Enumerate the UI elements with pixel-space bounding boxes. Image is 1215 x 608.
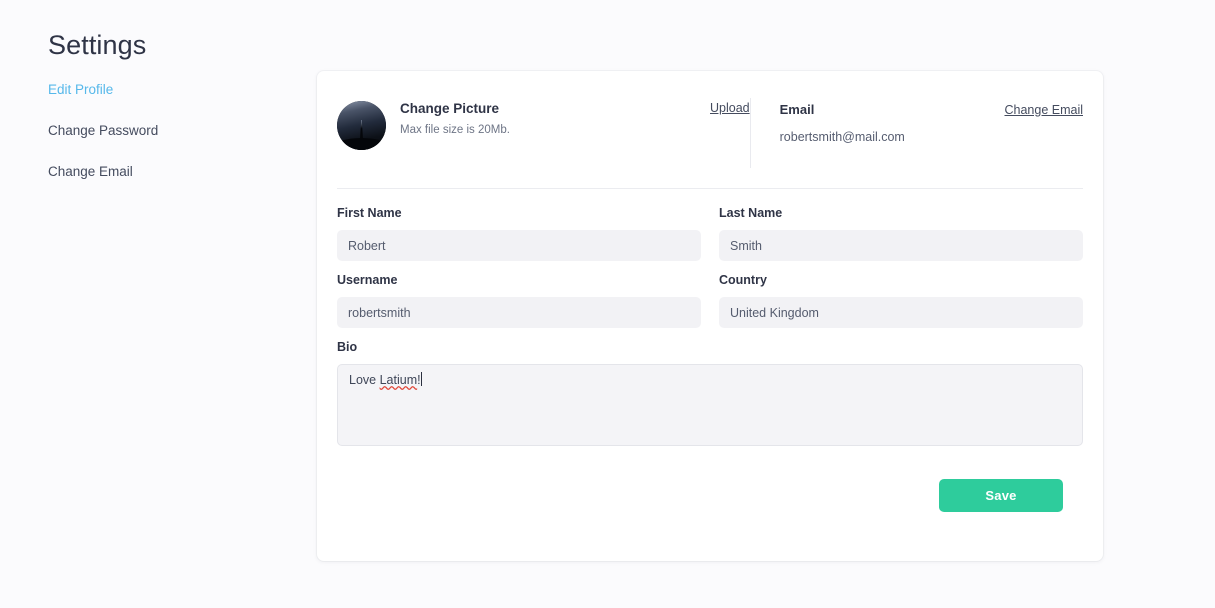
change-picture-block: Change Picture Max file size is 20Mb. [337, 98, 710, 171]
form-row-username-country: Username Country [337, 272, 1083, 339]
username-label: Username [337, 273, 398, 287]
country-label: Country [719, 273, 767, 287]
first-name-input[interactable] [337, 230, 701, 261]
change-email-link[interactable]: Change Email [1004, 101, 1083, 117]
last-name-label: Last Name [719, 206, 783, 220]
max-file-size-hint: Max file size is 20Mb. [400, 124, 510, 136]
field-country: Country [719, 272, 1083, 328]
change-picture-texts: Change Picture Max file size is 20Mb. [400, 98, 510, 138]
bio-text-misspelled: Latium [379, 373, 418, 387]
last-name-input[interactable] [719, 230, 1083, 261]
page-title: Settings [48, 30, 147, 61]
field-first-name: First Name [337, 205, 701, 261]
username-input[interactable] [337, 297, 701, 328]
bio-label: Bio [337, 340, 358, 354]
avatar-ground [337, 138, 386, 150]
upload-link[interactable]: Upload [710, 98, 750, 171]
card-header-row: Change Picture Max file size is 20Mb. Up… [317, 71, 1103, 171]
bio-textarea[interactable]: Love Latium! [337, 364, 1083, 446]
edit-profile-card: Change Picture Max file size is 20Mb. Up… [317, 71, 1103, 561]
change-picture-title: Change Picture [400, 101, 500, 116]
sidebar-item-change-email[interactable]: Change Email [48, 162, 278, 181]
sidebar-item-change-password[interactable]: Change Password [48, 121, 278, 140]
email-block: Email robertsmith@mail.com Change Email [751, 98, 1083, 171]
bio-text-prefix: Love [349, 373, 380, 387]
field-bio: Bio Love Latium! [337, 339, 1083, 446]
settings-sidebar: Edit Profile Change Password Change Emai… [48, 80, 278, 203]
country-input[interactable] [719, 297, 1083, 328]
text-caret [420, 372, 422, 386]
sidebar-item-edit-profile[interactable]: Edit Profile [48, 80, 278, 99]
field-username: Username [337, 272, 701, 328]
field-last-name: Last Name [719, 205, 1083, 261]
avatar [337, 101, 386, 150]
save-button[interactable]: Save [939, 479, 1063, 512]
email-texts: Email robertsmith@mail.com [780, 101, 1005, 145]
email-value: robertsmith@mail.com [779, 130, 905, 144]
email-label: Email [779, 102, 815, 117]
form-actions: Save [337, 457, 1083, 512]
first-name-label: First Name [337, 206, 402, 220]
profile-form: First Name Last Name Username Country [317, 189, 1103, 512]
form-row-names: First Name Last Name [337, 205, 1083, 272]
form-row-bio: Bio Love Latium! [337, 339, 1083, 457]
